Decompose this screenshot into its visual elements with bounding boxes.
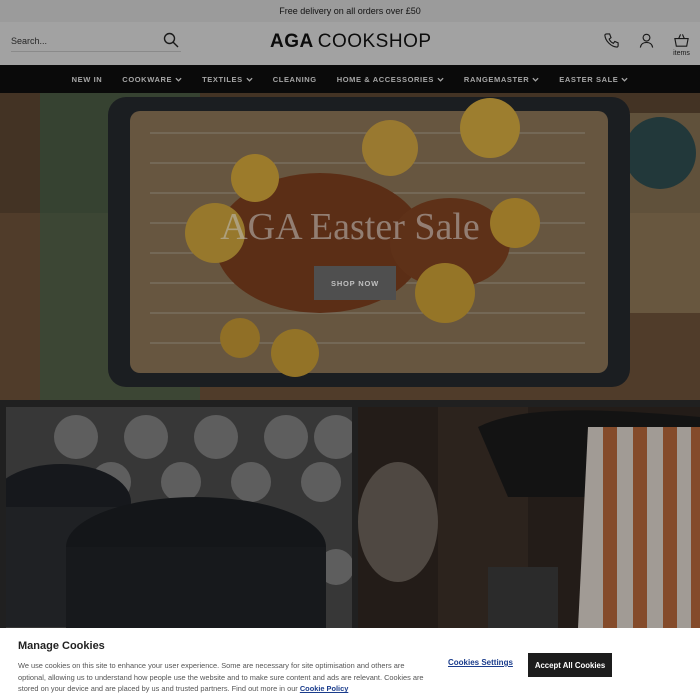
hero-title: AGA Easter Sale: [220, 206, 480, 248]
basket-label: items: [673, 50, 690, 57]
nav-label: EASTER SALE: [559, 74, 619, 84]
nav-item-new-in[interactable]: NEW IN: [62, 75, 113, 84]
cookie-body-text: We use cookies on this site to enhance y…: [18, 661, 424, 694]
logo-aga: AGA: [270, 31, 314, 52]
cookie-policy-link[interactable]: Cookie Policy: [300, 684, 348, 693]
basket[interactable]: items: [673, 32, 690, 57]
chevron-down-icon: [621, 77, 628, 82]
nav-label: HOME & ACCESSORIES: [336, 74, 434, 84]
chevron-down-icon: [532, 77, 539, 82]
cookie-text: We use cookies on this site to enhance y…: [18, 660, 428, 695]
nav-label: NEW IN: [71, 74, 103, 84]
phone-icon[interactable]: [603, 32, 620, 49]
category-tile-hob-covers[interactable]: [6, 407, 352, 628]
nav-item-easter-sale[interactable]: EASTER SALE: [549, 75, 638, 84]
search-input[interactable]: [11, 35, 151, 46]
shop-now-button[interactable]: SHOP NOW: [314, 266, 396, 300]
nav-item-textiles[interactable]: TEXTILES: [192, 75, 263, 84]
nav-label: CLEANING: [272, 74, 317, 84]
cookie-banner: Manage Cookies We use cookies on this si…: [0, 628, 700, 700]
logo-cookshop: COOKSHOP: [317, 31, 432, 52]
chevron-down-icon: [175, 77, 182, 82]
main-nav: NEW IN COOKWARE TEXTILES CLEANING HOME &…: [0, 65, 700, 93]
nav-item-cookware[interactable]: COOKWARE: [112, 75, 192, 84]
promo-bar: Free delivery on all orders over £50: [0, 0, 700, 22]
category-tile-textiles[interactable]: [358, 407, 700, 628]
nav-label: RANGEMASTER: [463, 74, 530, 84]
hero-banner[interactable]: AGA Easter Sale SHOP NOW: [0, 93, 700, 400]
nav-item-home-accessories[interactable]: HOME & ACCESSORIES: [327, 75, 454, 84]
cookies-settings-button[interactable]: Cookies Settings: [448, 658, 513, 667]
accept-all-cookies-button[interactable]: Accept All Cookies: [528, 653, 612, 677]
tile-image-apron: [358, 407, 700, 628]
nav-label: COOKWARE: [122, 74, 173, 84]
promo-text: Free delivery on all orders over £50: [279, 6, 421, 16]
search-bar[interactable]: [11, 30, 181, 52]
account-icon[interactable]: [638, 32, 655, 49]
nav-item-cleaning[interactable]: CLEANING: [263, 75, 327, 84]
search-icon[interactable]: [163, 32, 179, 48]
basket-icon[interactable]: [673, 32, 690, 49]
site-header: AGA COOKSHOP items: [0, 22, 700, 65]
tile-image-hob: [6, 407, 352, 628]
header-icons: items: [603, 32, 690, 57]
cookie-title: Manage Cookies: [18, 640, 105, 652]
nav-item-rangemaster[interactable]: RANGEMASTER: [454, 75, 549, 84]
nav-label: TEXTILES: [202, 74, 243, 84]
chevron-down-icon: [246, 77, 253, 82]
chevron-down-icon: [437, 77, 444, 82]
site-logo[interactable]: AGA COOKSHOP: [270, 31, 432, 53]
